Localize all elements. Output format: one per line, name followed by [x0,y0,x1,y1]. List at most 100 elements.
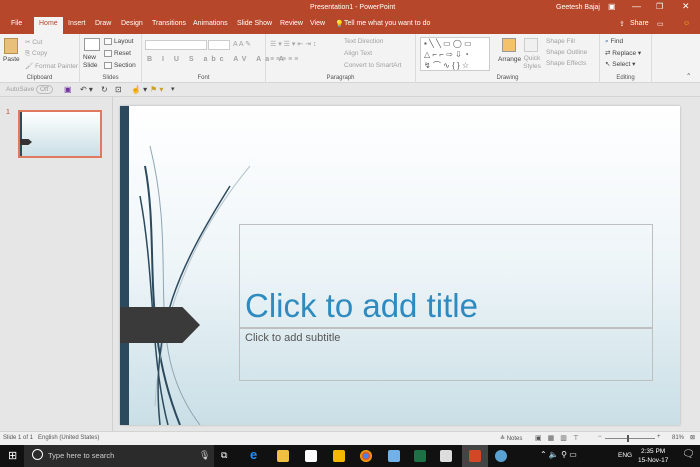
arrange-button[interactable]: Arrange [498,56,521,63]
powerpoint-icon [469,450,481,462]
zoom-slider-thumb[interactable] [627,435,629,442]
tab-file[interactable]: File [11,20,22,27]
file-explorer-icon[interactable] [277,450,289,462]
font-size-buttons[interactable]: A A ✎ [233,40,251,48]
title-placeholder[interactable]: Click to add title [239,224,653,328]
excel-icon[interactable] [414,450,426,462]
store-icon[interactable] [305,450,317,462]
tab-review[interactable]: Review [280,20,303,27]
start-slideshow-icon[interactable]: ⊡ [115,85,122,94]
minimize-button[interactable]: — [632,1,641,11]
slide-canvas[interactable]: Click to add title Click to add subtitle [120,106,680,425]
undo-icon[interactable]: ↶ ▾ [80,85,93,94]
smiley-feedback-icon[interactable]: ☺ [683,20,690,27]
shape-outline-button[interactable]: Shape Outline [546,49,587,56]
convert-smartart-button[interactable]: Convert to SmartArt [344,62,401,69]
paint-icon[interactable] [495,450,507,462]
restore-button[interactable]: ❐ [656,2,663,11]
layout-button[interactable]: Layout [104,38,134,45]
font-size-input[interactable] [208,40,230,50]
microphone-icon[interactable]: 🎙 [199,450,210,461]
tab-draw[interactable]: Draw [95,20,111,27]
redo-icon[interactable]: ↻ [101,85,108,94]
font-label: Font [197,75,210,81]
shape-fill-button[interactable]: Shape Fill [546,38,575,45]
section-label: Section [114,62,136,70]
app-icon[interactable] [333,450,345,462]
tab-home[interactable]: Home [34,17,63,34]
chrome-icon[interactable] [360,450,372,462]
clock-time[interactable]: 2:35 PM [641,448,665,455]
quick-styles-icon [524,38,538,52]
align-text-button[interactable]: Align Text [344,50,372,57]
app-icon-2[interactable] [388,450,400,462]
list-buttons[interactable]: ☰ ▾ ☰ ▾ ⇤ ⇥ ↕ [270,40,316,48]
font-name-input[interactable] [145,40,207,50]
task-view-icon[interactable]: ⧉ [221,450,227,461]
tab-transitions[interactable]: Transitions [152,20,186,27]
format-painter-button[interactable]: 🖌 Format Painter [25,62,78,70]
reset-label: Reset [114,50,131,58]
autosave-toggle[interactable]: AutoSave Off [6,85,53,94]
clock-date[interactable]: 15-Nov-17 [638,457,668,464]
powerpoint-taskbar-button[interactable] [462,445,488,467]
action-center-icon[interactable]: 🗨 [682,449,695,460]
zoom-level[interactable]: 81% [672,435,684,441]
tab-animations[interactable]: Animations [193,20,228,27]
quick-styles-button[interactable]: Quick Styles [522,55,542,71]
windows-start-icon[interactable]: ⊞ [8,449,17,462]
find-button[interactable]: ⌕ Find [605,38,623,46]
input-language[interactable]: ENG [618,452,632,459]
section-button[interactable]: Section [104,62,136,69]
slides-group: New Slide Layout Reset Section Slides [80,34,142,83]
thumb-arrow [20,139,32,145]
tell-me-box[interactable]: Tell me what you want to do [344,20,430,27]
clipboard-group: Paste ✂ Cut ⎘ Copy 🖌 Format Painter Clip… [0,34,80,83]
autosave-label: AutoSave [6,86,35,93]
zoom-slider[interactable] [605,438,655,439]
cut-button[interactable]: ✂ Cut [25,38,42,46]
comments-icon[interactable]: ▭ [657,20,664,28]
mail-icon[interactable] [440,450,452,462]
slide-thumbnail[interactable] [18,110,102,158]
paragraph-label: Paragraph [326,75,355,81]
search-box[interactable]: Type here to search 🎙 [24,445,214,467]
zoom-out-button[interactable]: − [598,434,602,440]
system-tray-icons[interactable]: ⌃ 🔈 ⚲ ▭ [540,450,577,459]
presenter-icon[interactable]: ⚑ ▾ [150,85,163,94]
new-slide-button[interactable]: New Slide [83,54,101,70]
clipboard-label: Clipboard [26,75,53,81]
tab-design[interactable]: Design [121,20,143,27]
ribbon-display-icon[interactable]: ▣ [608,2,616,11]
close-button[interactable]: ✕ [682,1,690,12]
tab-view[interactable]: View [310,20,325,27]
save-icon[interactable]: ▣ [64,85,72,94]
subtitle-placeholder[interactable]: Click to add subtitle [239,328,653,381]
language-indicator[interactable]: English (United States) [38,435,99,441]
shape-effects-button[interactable]: Shape Effects [546,60,586,67]
edge-icon[interactable]: e [250,447,257,462]
shapes-gallery[interactable]: ▪ ╲ ╲ ▭ ◯ ▭ △ ⌐ ⌐ ⇨ ⇩ ◔ ↯ ⌒ ∿ { } ☆ [420,37,490,71]
tab-insert[interactable]: Insert [68,20,86,27]
touch-mode-icon[interactable]: ☝ ▾ [131,85,147,94]
customize-qat-icon[interactable]: ▾ [171,85,175,93]
align-buttons[interactable]: ≡ ≡ ≡ ≡ ≡ [270,56,298,63]
cut-label: Cut [32,39,43,46]
user-name[interactable]: Geetesh Bajaj [556,4,600,11]
replace-button[interactable]: ⇄ Replace ▾ [605,49,641,57]
copy-button[interactable]: ⎘ Copy [25,50,47,58]
reset-icon [104,50,112,57]
select-button[interactable]: ↖ Select ▾ [605,60,635,68]
collapse-ribbon-icon[interactable]: ⌃ [686,72,691,80]
view-buttons[interactable]: ▣▦▥⊤ [535,434,585,442]
lightbulb-icon: 💡 [335,21,344,28]
replace-label: Replace [612,50,637,57]
fit-slide-icon[interactable]: ⊠ [690,434,695,441]
share-button[interactable]: Share [630,20,649,27]
notes-button[interactable]: ≜ Notes [500,435,522,442]
text-direction-button[interactable]: Text Direction [344,38,383,45]
paste-button[interactable]: Paste [3,56,20,63]
tab-slide-show[interactable]: Slide Show [237,20,272,27]
zoom-in-button[interactable]: + [657,434,661,440]
reset-button[interactable]: Reset [104,50,131,57]
